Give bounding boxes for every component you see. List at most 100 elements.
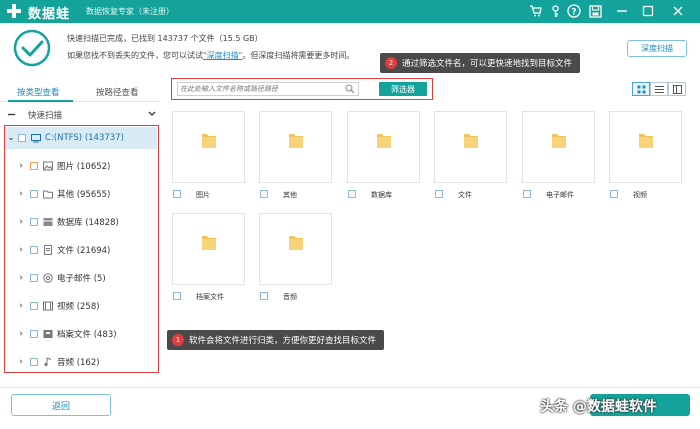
chevron-down-icon[interactable]: [148, 111, 156, 117]
checkbox[interactable]: [30, 302, 38, 310]
deep-scan-link[interactable]: "深度扫描": [203, 51, 242, 60]
tree-item-label: 音频 (162): [57, 358, 100, 368]
tree-item[interactable]: › 音频 (162): [5, 351, 157, 373]
folder-icon: [639, 134, 653, 148]
folder-card[interactable]: [172, 111, 245, 183]
hint-post: 。但深度扫描将需要更多时间。: [242, 51, 355, 60]
expand-arrow-icon[interactable]: ›: [17, 161, 25, 171]
sidebar: 按类型查看 按路径查看 快速扫描 ⌄ C:(NTFS) (143737) › 图片…: [0, 80, 160, 380]
checkbox[interactable]: [18, 134, 26, 142]
folder-card[interactable]: [522, 111, 595, 183]
expand-arrow-icon[interactable]: ›: [17, 245, 25, 255]
tree-item-label: 图片 (10652): [57, 162, 111, 172]
hint-pre: 如果您找不到丢失的文件，您可以试试: [67, 51, 203, 60]
expand-arrow-icon[interactable]: ›: [17, 273, 25, 283]
grid-view-icon[interactable]: [632, 82, 650, 96]
expand-arrow-icon[interactable]: ›: [17, 189, 25, 199]
checkbox[interactable]: [30, 358, 38, 366]
checkbox[interactable]: [260, 190, 268, 198]
quick-scan-section[interactable]: 快速扫描: [0, 106, 160, 124]
close-icon[interactable]: [670, 3, 686, 19]
folder-card[interactable]: [434, 111, 507, 183]
database-icon: [43, 218, 53, 226]
checkbox[interactable]: [30, 330, 38, 338]
folder-card[interactable]: [609, 111, 682, 183]
scan-result-text: 快速扫描已完成，已找到 143737 个文件（15.5 GB）: [67, 34, 263, 43]
category-tree: ⌄ C:(NTFS) (143737) › 图片 (10652) › 其他 (9565…: [4, 125, 159, 373]
filter-button[interactable]: 筛选器: [379, 82, 427, 96]
checkbox[interactable]: [30, 162, 38, 170]
tree-root-label: C:(NTFS) (143737): [45, 133, 124, 143]
checkbox[interactable]: [173, 190, 181, 198]
video-icon: [43, 301, 53, 311]
image-icon: [43, 161, 53, 171]
checkbox[interactable]: [435, 190, 443, 198]
checkbox[interactable]: [30, 218, 38, 226]
tree-item[interactable]: › 视频 (258): [5, 295, 157, 317]
checkbox[interactable]: [260, 292, 268, 300]
tree-root-drive[interactable]: ⌄ C:(NTFS) (143737): [5, 127, 157, 149]
tree-item[interactable]: › 数据库 (14828): [5, 211, 157, 233]
folder-label: 档案文件: [196, 293, 224, 301]
folder-icon: [289, 134, 303, 148]
tree-item-label: 其他 (95655): [57, 190, 111, 200]
tooltip-category: 1 软件会将文件进行归类，方便你更好查找目标文件: [167, 330, 385, 350]
checkbox[interactable]: [30, 274, 38, 282]
search-icon[interactable]: [345, 84, 355, 94]
checkbox[interactable]: [30, 246, 38, 254]
deep-scan-button[interactable]: 深度扫描: [627, 40, 687, 57]
tab-by-type[interactable]: 按类型查看: [17, 86, 60, 98]
search-input[interactable]: [180, 83, 340, 95]
tree-item[interactable]: › 电子邮件 (5): [5, 267, 157, 289]
folder-label: 文件: [458, 191, 472, 199]
folder-card[interactable]: [259, 111, 332, 183]
tree-item[interactable]: › 图片 (10652): [5, 155, 157, 177]
list-view-icon[interactable]: [650, 82, 668, 96]
minimize-icon[interactable]: [614, 3, 630, 19]
key-icon[interactable]: [547, 3, 563, 19]
save-icon[interactable]: [587, 3, 603, 19]
checkbox[interactable]: [30, 190, 38, 198]
checkbox[interactable]: [173, 292, 181, 300]
expand-arrow-icon[interactable]: ›: [17, 301, 25, 311]
tooltip-number-badge: 2: [385, 57, 397, 69]
quick-scan-label: 快速扫描: [28, 111, 63, 121]
filter-toolbar: 筛选器: [171, 78, 433, 100]
tooltip-filter: 2 通过筛选文件名，可以更快速地找到目标文件: [380, 53, 581, 73]
checkbox[interactable]: [610, 190, 618, 198]
detail-view-icon[interactable]: [668, 82, 686, 96]
audio-icon: [44, 357, 52, 367]
tooltip-text: 软件会将文件进行归类，方便你更好查找目标文件: [189, 336, 377, 346]
folder-icon: [552, 134, 566, 148]
checkbox[interactable]: [523, 190, 531, 198]
document-icon: [44, 245, 52, 255]
folder-card[interactable]: [259, 213, 332, 285]
folder-icon: [202, 134, 216, 148]
tree-item-label: 视频 (258): [57, 302, 100, 312]
active-tab-indicator: [8, 100, 73, 102]
cart-icon[interactable]: [527, 3, 543, 19]
back-button[interactable]: 返回: [11, 394, 111, 416]
expand-arrow-icon[interactable]: ›: [17, 357, 25, 367]
app-name: 数据蛙: [28, 7, 71, 22]
tree-item-label: 电子邮件 (5): [57, 274, 106, 284]
tree-item-label: 文件 (21694): [57, 246, 111, 256]
minus-icon: [8, 113, 15, 116]
expand-arrow-icon[interactable]: ›: [17, 217, 25, 227]
folder-card[interactable]: [347, 111, 420, 183]
collapse-arrow-icon[interactable]: ⌄: [7, 133, 15, 143]
checkbox[interactable]: [348, 190, 356, 198]
help-icon[interactable]: ?: [566, 3, 582, 19]
maximize-icon[interactable]: [640, 3, 656, 19]
scan-complete-check-icon: [13, 29, 51, 67]
tooltip-text: 通过筛选文件名，可以更快速地找到目标文件: [402, 59, 573, 69]
tab-by-path[interactable]: 按路径查看: [96, 86, 139, 98]
tree-item[interactable]: › 文件 (21694): [5, 239, 157, 261]
tree-item[interactable]: › 其他 (95655): [5, 183, 157, 205]
folder-icon: [377, 134, 391, 148]
expand-arrow-icon[interactable]: ›: [17, 329, 25, 339]
app-logo-icon: [7, 4, 21, 18]
folder-card[interactable]: [172, 213, 245, 285]
tree-item[interactable]: › 档案文件 (483): [5, 323, 157, 345]
view-tabs: 按类型查看 按路径查看: [0, 80, 160, 102]
